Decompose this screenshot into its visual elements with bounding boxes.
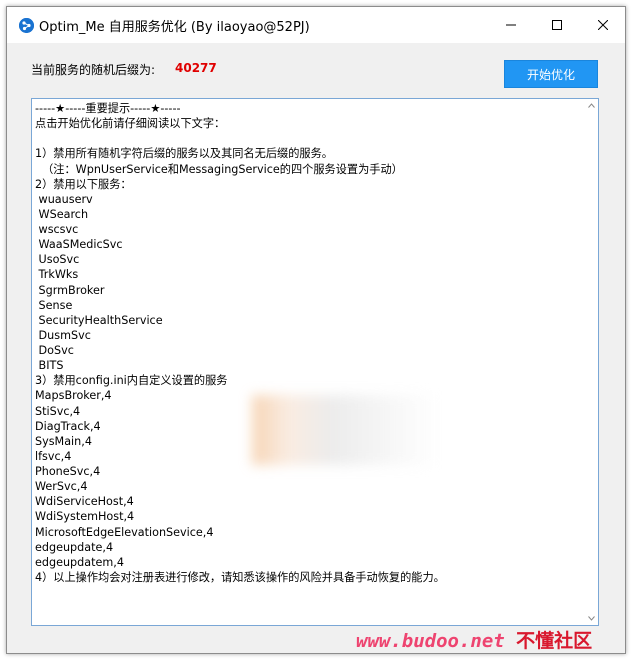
suffix-label: 当前服务的随机后缀为: bbox=[31, 63, 156, 77]
text-line: TrkWks bbox=[35, 268, 79, 282]
text-line: WdiSystemHost,4 bbox=[35, 510, 135, 524]
text-line: WdiServiceHost,4 bbox=[35, 495, 134, 509]
notice-textbox[interactable]: -----★-----重要提示-----★----- 点击开始优化前请仔细阅读以下… bbox=[31, 98, 599, 626]
maximize-icon bbox=[552, 20, 562, 30]
text-line: 3）禁用config.ini内自定义设置的服务 bbox=[35, 374, 228, 388]
text-line: UsoSvc bbox=[35, 253, 80, 267]
vertical-scrollbar[interactable] bbox=[585, 99, 598, 625]
watermark: www.budoo.net 不懂社区 bbox=[356, 626, 592, 653]
window-title: Optim_Me 自用服务优化 (By ilaoyao@52PJ) bbox=[39, 20, 310, 35]
text-line: WaaSMedicSvc bbox=[35, 238, 123, 252]
text-line: edgeupdatem,4 bbox=[35, 555, 124, 569]
text-line: Sense bbox=[35, 298, 73, 312]
watermark-url: www.budoo.net bbox=[356, 630, 505, 652]
watermark-cn: 不懂社区 bbox=[516, 630, 593, 652]
text-line: （注：WpnUserService和MessagingService的四个服务设… bbox=[35, 162, 403, 176]
text-line bbox=[35, 131, 584, 146]
text-line: DusmSvc bbox=[35, 328, 91, 342]
text-line: 4）以上操作均会对注册表进行修改，请知悉该操作的风险并具备手动恢复的能力。 bbox=[35, 570, 445, 584]
text-line: SgrmBroker bbox=[35, 283, 105, 297]
text-line: BITS bbox=[35, 359, 64, 373]
suffix-value: 40277 bbox=[175, 61, 217, 75]
text-line: DoSvc bbox=[35, 344, 74, 357]
maximize-button[interactable] bbox=[534, 7, 580, 43]
minimize-button[interactable] bbox=[488, 7, 534, 43]
text-line: SecurityHealthService bbox=[35, 313, 163, 327]
text-line: PhoneSvc,4 bbox=[35, 465, 101, 478]
close-icon bbox=[598, 20, 608, 30]
text-line: 点击开始优化前请仔细阅读以下文字： bbox=[35, 117, 226, 131]
text-line: WSearch bbox=[35, 207, 89, 221]
app-window: Optim_Me 自用服务优化 (By ilaoyao@52PJ) 当前服务的随… bbox=[6, 6, 626, 654]
app-icon bbox=[19, 18, 34, 33]
text-line: 1）禁用所有随机字符后缀的服务以及其同名无后缀的服务。 bbox=[35, 147, 333, 161]
scroll-down-icon[interactable] bbox=[585, 612, 598, 625]
scroll-up-icon[interactable] bbox=[585, 99, 598, 112]
close-button[interactable] bbox=[580, 7, 626, 43]
text-line: MicrosoftEdgeElevationSevice,4 bbox=[35, 525, 214, 539]
text-line: WerSvc,4 bbox=[35, 480, 88, 494]
start-optimize-button[interactable]: 开始优化 bbox=[504, 60, 598, 88]
text-line: 2）禁用以下服务： bbox=[35, 177, 132, 191]
notice-text: -----★-----重要提示-----★----- 点击开始优化前请仔细阅读以下… bbox=[35, 101, 584, 585]
text-line: wuauserv bbox=[35, 192, 93, 206]
text-line: edgeupdate,4 bbox=[35, 540, 114, 554]
title-bar: Optim_Me 自用服务优化 (By ilaoyao@52PJ) bbox=[7, 7, 625, 43]
text-line: wscsvc bbox=[35, 223, 79, 236]
text-line: -----★-----重要提示-----★----- bbox=[35, 102, 181, 115]
minimize-icon bbox=[506, 24, 516, 26]
blurred-region bbox=[252, 395, 432, 465]
